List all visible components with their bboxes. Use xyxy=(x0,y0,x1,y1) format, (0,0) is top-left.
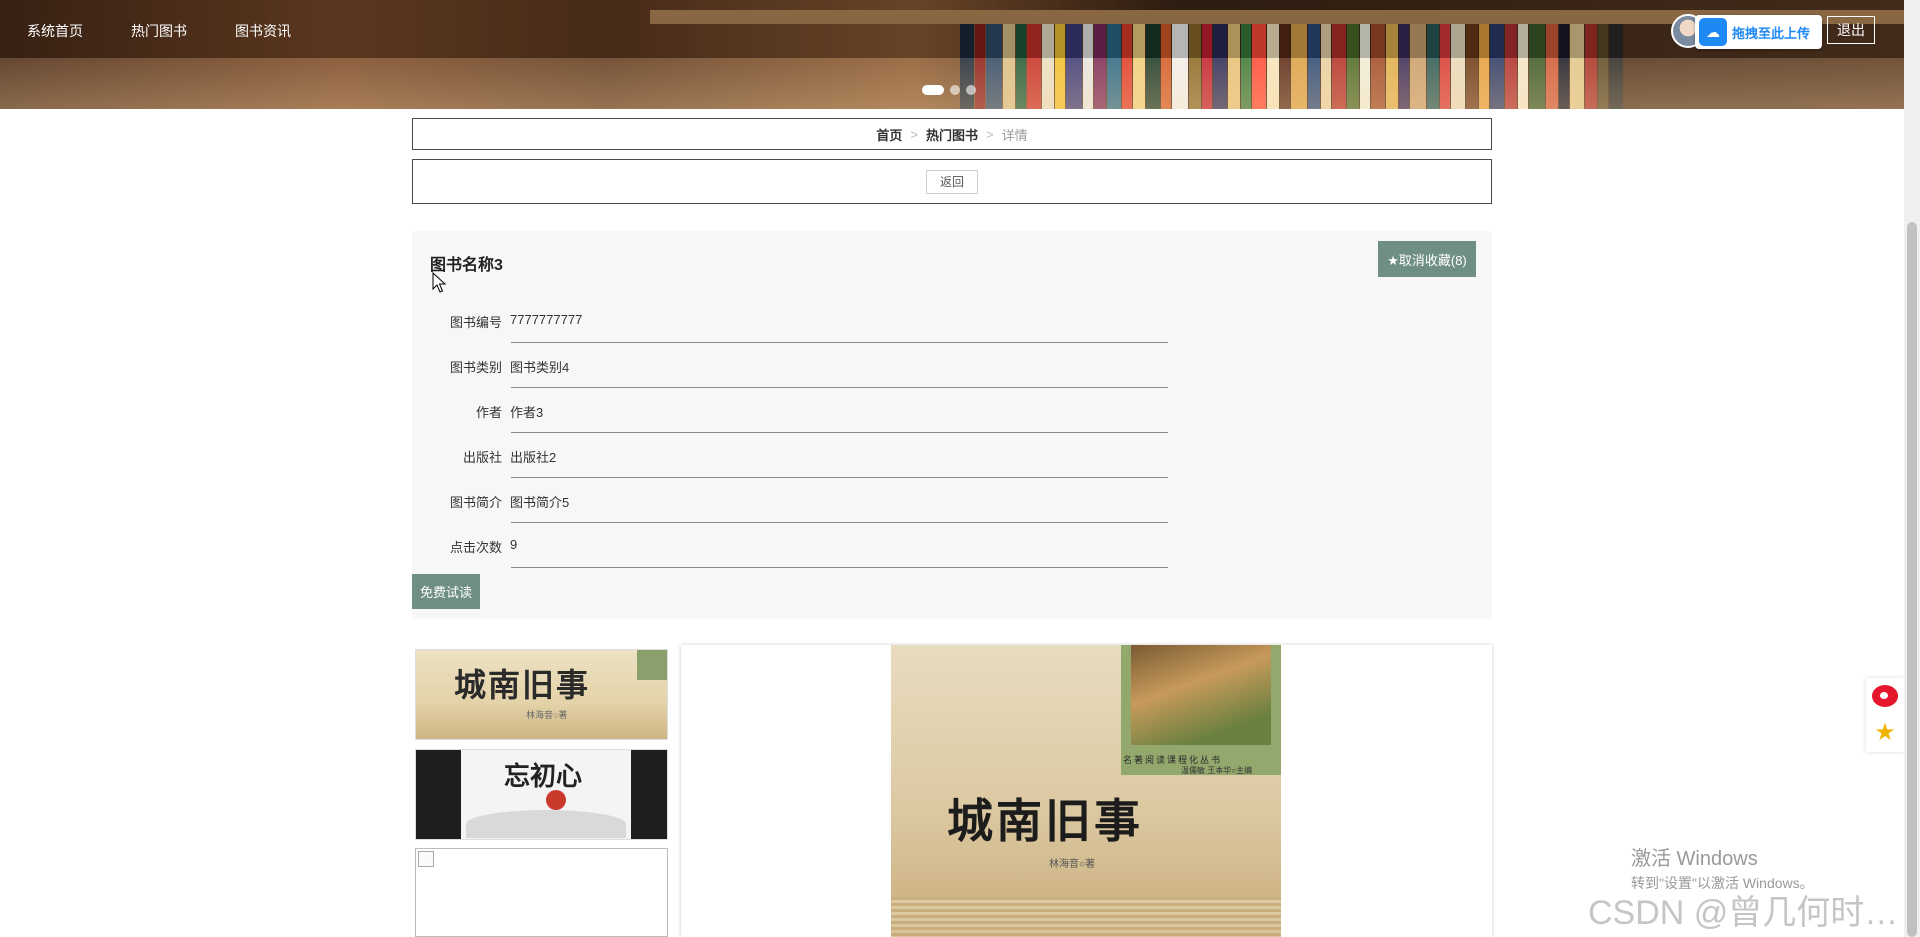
unfavorite-button[interactable]: ★取消收藏(8) xyxy=(1378,241,1476,277)
nav-item-hot-books[interactable]: 热门图书 xyxy=(131,21,187,41)
upload-drop-label: 拖拽至此上传 xyxy=(1732,25,1811,41)
cover-photo xyxy=(1131,645,1271,745)
scrollbar-thumb[interactable] xyxy=(1907,222,1917,937)
field-label: 图书简介 xyxy=(449,495,502,510)
field-value: 图书类别4 xyxy=(510,360,570,375)
nav-item-home[interactable]: 系统首页 xyxy=(27,21,83,41)
star-icon[interactable]: ★ xyxy=(1874,721,1896,745)
cloud-icon: ☁ xyxy=(1699,18,1727,46)
cover-editors: 温儒敏 王本华○主编 xyxy=(1181,766,1253,775)
header-banner: 系统首页 热门图书 图书资讯 ☁ 拖拽至此上传 退出 xyxy=(0,0,1904,109)
carousel-dot-3[interactable] xyxy=(966,85,976,95)
main-book-image: 名著阅读课程化丛书 温儒敏 王本华○主编 城南旧事 林海音○著 xyxy=(681,645,1492,937)
field-value: 图书简介5 xyxy=(510,495,570,510)
field-label: 点击次数 xyxy=(449,540,502,555)
top-nav: 系统首页 热门图书 图书资讯 xyxy=(0,0,1904,58)
breadcrumb-home[interactable]: 首页 xyxy=(876,125,902,144)
field-underline xyxy=(511,567,1168,568)
carousel-indicators xyxy=(922,85,976,95)
breadcrumb-current: 详情 xyxy=(1001,127,1028,143)
share-widget: ★ xyxy=(1866,678,1904,752)
field-book-number: 图书编号 7777777777 xyxy=(412,298,1168,343)
breadcrumb-separator: > xyxy=(910,126,918,142)
carousel-dot-2[interactable] xyxy=(950,85,960,95)
field-label: 出版社 xyxy=(462,450,502,465)
thumb-title: 城南旧事 xyxy=(454,666,591,704)
field-value: 9 xyxy=(510,537,518,552)
field-value: 7777777777 xyxy=(510,312,583,327)
field-value: 作者3 xyxy=(510,405,544,420)
field-book-category: 图书类别 图书类别4 xyxy=(412,343,1168,388)
mouse-cursor-icon xyxy=(432,272,447,293)
banner-light xyxy=(0,58,1904,109)
free-trial-button[interactable]: 免费试读 xyxy=(412,574,480,609)
back-button[interactable]: 返回 xyxy=(926,169,978,194)
book-cover: 名著阅读课程化丛书 温儒敏 王本华○主编 城南旧事 林海音○著 xyxy=(891,645,1281,937)
thumb-author: 林海音○著 xyxy=(526,710,568,720)
cover-stripes xyxy=(891,897,1281,937)
page-scrollbar[interactable] xyxy=(1904,0,1920,937)
field-publisher: 出版社 出版社2 xyxy=(412,433,1168,478)
csdn-watermark: CSDN @曾几何时… xyxy=(1588,894,1899,932)
field-label: 图书类别 xyxy=(449,360,502,375)
gallery-thumb-1[interactable]: 城南旧事 林海音○著 xyxy=(415,649,668,740)
seal-icon xyxy=(546,790,566,810)
thumb-title: 忘初心 xyxy=(504,762,583,792)
field-click-count: 点击次数 9 xyxy=(412,523,1168,568)
gallery-thumb-2[interactable]: 忘初心 xyxy=(415,749,668,840)
field-summary: 图书简介 图书简介5 xyxy=(412,478,1168,523)
cover-title: 城南旧事 xyxy=(947,794,1143,848)
upload-drop-button[interactable]: ☁ 拖拽至此上传 xyxy=(1695,15,1822,49)
thumb-cover-art xyxy=(466,810,626,838)
broken-image-icon xyxy=(418,851,434,867)
field-label: 图书编号 xyxy=(449,315,502,330)
book-detail-panel: 图书名称3 ★取消收藏(8) 图书编号 7777777777 图书类别 图书类别… xyxy=(412,231,1492,619)
breadcrumb-section[interactable]: 热门图书 xyxy=(926,125,978,144)
field-value: 出版社2 xyxy=(510,450,557,465)
gallery-thumb-3[interactable] xyxy=(415,848,668,937)
field-author: 作者 作者3 xyxy=(412,388,1168,433)
carousel-dot-1[interactable] xyxy=(922,85,944,95)
field-label: 作者 xyxy=(475,405,502,420)
breadcrumb-separator: > xyxy=(986,126,994,142)
thumb-cover-art xyxy=(637,650,667,680)
breadcrumb: 首页 > 热门图书 > 详情 xyxy=(412,118,1492,150)
activate-title: 激活 Windows xyxy=(1631,848,1758,870)
nav-item-book-news[interactable]: 图书资讯 xyxy=(235,21,291,41)
back-bar: 返回 xyxy=(412,159,1492,204)
weibo-icon[interactable] xyxy=(1872,685,1898,707)
cover-author: 林海音○著 xyxy=(1049,859,1096,870)
logout-button[interactable]: 退出 xyxy=(1827,16,1875,44)
